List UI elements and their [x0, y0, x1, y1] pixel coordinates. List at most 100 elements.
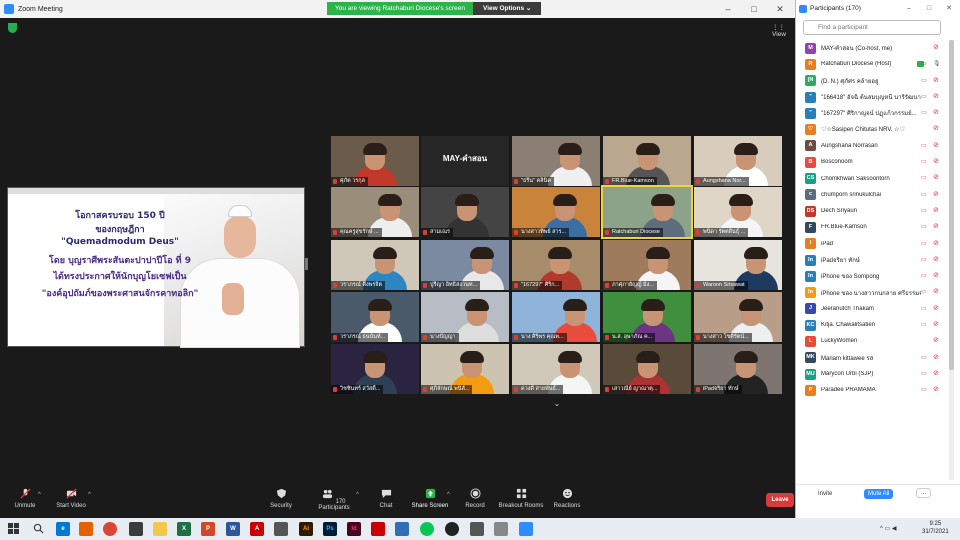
participant-video-tile[interactable]: พนิดา รัตตสินธุ์ ... [694, 187, 782, 237]
participant-video-tile[interactable]: ปูรีญา อิทธิสงวนท... [421, 240, 509, 290]
panel-minimize-icon[interactable]: – [899, 0, 919, 17]
zoom-taskbar-icon[interactable] [519, 522, 533, 536]
participant-video-tile[interactable]: MAY-คำสอน [421, 136, 509, 186]
participant-video-tile[interactable]: Aungshana Nor... [694, 136, 782, 186]
participant-video-tile[interactable]: นาง ศิริพร คุณพ... [512, 292, 600, 342]
next-page-chevron-icon[interactable]: ⌄ [548, 399, 566, 411]
view-options-button[interactable]: View Options ⌄ [473, 2, 542, 15]
participant-video-tile[interactable]: ศุภิลักษณ์ พนิลั... [421, 344, 509, 394]
participant-video-tile[interactable]: เสาวณีย์ ญาณาตุ... [603, 344, 691, 394]
participant-video-tile[interactable]: น.ส. อุษาภัณ ค... [603, 292, 691, 342]
participant-video-tile[interactable]: ดวงดี สายพันธ์... [512, 344, 600, 394]
participant-video-tile[interactable]: คุณครูสุขรักษ์ ... [331, 187, 419, 237]
participant-video-tile[interactable]: นางสาว โชติรัตน์... [694, 292, 782, 342]
participant-row[interactable]: IiPad ▭ ⊘ [796, 236, 947, 252]
word-icon[interactable]: W [226, 522, 240, 536]
view-button[interactable]: ⋮⋮ View [772, 23, 795, 38]
participant-row[interactable]: MU Marycon Urbi (SJP) ▭ ⊘ [796, 366, 947, 382]
app-icon[interactable] [395, 522, 409, 536]
participant-row[interactable]: In iPhone ของ Sompong ▭ ⊘ [796, 268, 947, 284]
more-options-button[interactable]: ... [916, 488, 932, 498]
participant-row[interactable]: KC Kitja. Chawalitsatien ▭ ⊘ [796, 317, 947, 333]
system-clock[interactable]: 9:25 31/7/2021 [922, 520, 949, 536]
photoshop-icon[interactable]: Ps [323, 522, 337, 536]
participant-video-tile[interactable]: ศุภัต วรกุล [331, 136, 419, 186]
maximize-icon[interactable]: □ [741, 0, 767, 18]
participant-video-tile[interactable]: วราภรณ์ คึงพรจิต [331, 240, 419, 290]
tile-name-label: ศุภิลักษณ์ พนิลั... [421, 385, 473, 394]
split-resize-handle[interactable] [305, 258, 308, 270]
chrome-icon[interactable] [103, 522, 117, 536]
participant-row[interactable]: MK Mariam kittawee รส ▭ ⊘ [796, 350, 947, 366]
firefox-icon[interactable] [79, 522, 93, 536]
participant-row[interactable]: ♡ ♡☆Sasipen Chitutas NRV. ☆♡ ⊘ [796, 121, 947, 137]
windows-start-icon[interactable] [8, 523, 19, 534]
mute-all-button[interactable]: Mute All [864, 489, 894, 499]
participant-row[interactable]: " "166418" อัจฉิ ต้นสมบุญหนี นาริรัฒนา...… [796, 89, 947, 105]
reactions-button[interactable]: Reactions [542, 488, 592, 509]
participant-list-scrollbar[interactable] [949, 40, 954, 480]
app-icon[interactable] [470, 522, 484, 536]
breakout-rooms-button[interactable]: Breakout Rooms [493, 488, 549, 509]
participant-row[interactable]: " "167297" ศิริกาญจน์ ปฏุแก้วกรรมย์... ▭ ⊘ [796, 105, 947, 121]
video-options-caret[interactable]: ^ [88, 492, 91, 498]
participant-row[interactable]: DS Dech Sriyaun ▭ ⊘ [796, 203, 947, 219]
participant-row[interactable]: In iPhone ของ นางสาวกนกลาย ศรีธรรมจ... ▭ ⊘ [796, 284, 947, 300]
leave-button[interactable]: Leave [766, 493, 794, 507]
participant-video-tile[interactable]: FR.Blue-Kamson [603, 136, 691, 186]
participant-row[interactable]: M MAY-คำสอน (Co-host, me) ⊘ [796, 40, 947, 56]
participant-row[interactable]: (N (D. N.) ศุภัศร คล้ายอยู่ ▭ ⊘ [796, 73, 947, 89]
excel-icon[interactable]: X [177, 522, 191, 536]
participant-video-tile[interactable]: Waroon Srisawat [694, 240, 782, 290]
participants-caret[interactable]: ^ [356, 492, 359, 498]
participant-video-tile[interactable]: ภาศุภายัญญ์ มิ่ง... [603, 240, 691, 290]
participant-row[interactable]: c chumporn srinukulchai ▭ ⊘ [796, 187, 947, 203]
participant-video-tile[interactable]: นางสาวทิพย์ สาร... [512, 187, 600, 237]
acrobat-reader-icon[interactable] [371, 522, 385, 536]
close-icon[interactable]: ✕ [767, 0, 793, 18]
scrollbar-thumb[interactable] [949, 40, 954, 370]
acrobat-icon[interactable]: A [250, 522, 264, 536]
participant-video-tile[interactable]: วราภรณ์ ธนนันท์... [331, 292, 419, 342]
security-shield-icon[interactable] [8, 23, 17, 33]
chat-button[interactable]: Chat [361, 488, 411, 509]
participant-row[interactable]: In iPadจริยา ทักษ์ ▭ ⊘ [796, 252, 947, 268]
indesign-icon[interactable]: Id [347, 522, 361, 536]
participant-video-tile[interactable]: Ratchaburi Diocese [601, 185, 693, 239]
participant-row[interactable]: R Ratchaburi Diocese (Host) ▭ 🎙 [796, 56, 947, 72]
participant-row[interactable]: A Aungshana Norrasan ▭ ⊘ [796, 138, 947, 154]
unmute-button[interactable]: Unmute [0, 488, 50, 509]
app-icon[interactable] [494, 522, 508, 536]
participant-row[interactable]: P Paradee PRAMAMA ▭ ⊘ [796, 382, 947, 398]
participant-video-tile[interactable]: วิชชินทร์ สวัสดิ์... [331, 344, 419, 394]
edge-icon[interactable]: e [56, 522, 70, 536]
participant-name: Kitja. Chawalitsatien [821, 322, 876, 329]
app-icon[interactable] [129, 522, 143, 536]
media-player-icon[interactable] [274, 522, 288, 536]
participants-button[interactable]: 170 Participants [309, 488, 359, 511]
participant-video-tile[interactable]: นางปัญญา [421, 292, 509, 342]
participant-video-tile[interactable]: สามเณร [421, 187, 509, 237]
participant-row[interactable]: B Bosconoom ▭ ⊘ [796, 154, 947, 170]
participant-video-tile[interactable]: "ธรีน" คลินิค [512, 136, 600, 186]
participant-video-tile[interactable]: iPadจริยา ทักษ์ [694, 344, 782, 394]
participant-row[interactable]: CS Chomkhwan Saksoontorn ▭ ⊘ [796, 170, 947, 186]
powerpoint-icon[interactable]: P [201, 522, 215, 536]
panel-close-icon[interactable]: ✕ [939, 0, 959, 17]
illustrator-icon[interactable]: Ai [299, 522, 313, 536]
minimize-icon[interactable]: – [715, 0, 741, 18]
invite-button[interactable]: Invite [814, 489, 836, 499]
line-icon[interactable] [420, 522, 434, 536]
participant-row[interactable]: F FR.Blue-Kamson ▭ ⊘ [796, 219, 947, 235]
participant-row[interactable]: L LuckyWomen ⊘ [796, 333, 947, 349]
audio-options-caret[interactable]: ^ [38, 492, 41, 498]
file-explorer-icon[interactable] [153, 522, 167, 536]
security-button[interactable]: Security [256, 488, 306, 509]
panel-maximize-icon[interactable]: □ [919, 0, 939, 17]
participant-row[interactable]: J Jeeranutch Thakam ▭ ⊘ [796, 301, 947, 317]
participant-search-input[interactable] [803, 20, 941, 35]
participant-video-tile[interactable]: "167297" ศิริก... [512, 240, 600, 290]
app-icon[interactable] [445, 522, 459, 536]
search-icon[interactable] [33, 523, 44, 534]
system-tray-icons[interactable]: ^ ▭ ◀ [880, 525, 896, 532]
